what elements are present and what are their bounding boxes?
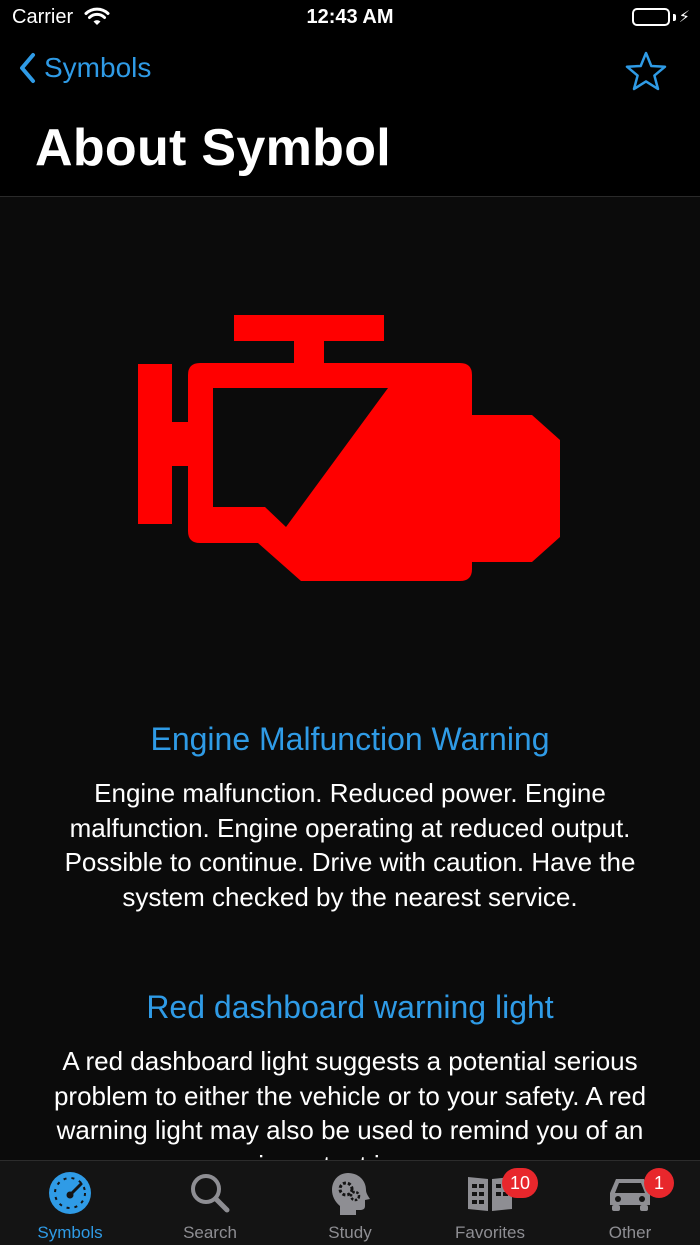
status-bar: Carrier 12:43 AM ⚡ bbox=[0, 0, 700, 36]
tab-favorites[interactable]: 10 Favorites bbox=[420, 1161, 560, 1245]
tab-other[interactable]: 1 Other bbox=[560, 1161, 700, 1245]
page-title: About Symbol bbox=[35, 119, 392, 177]
favorites-badge: 10 bbox=[502, 1168, 538, 1198]
section-body: Engine malfunction. Reduced power. Engin… bbox=[64, 778, 636, 912]
tab-label: Other bbox=[608, 1223, 652, 1242]
search-icon bbox=[191, 1174, 230, 1213]
other-badge: 1 bbox=[644, 1168, 674, 1198]
section-body: A red dashboard light suggests a potenti… bbox=[53, 1046, 647, 1160]
tab-label: Study bbox=[328, 1223, 372, 1242]
status-time: 12:43 AM bbox=[306, 6, 394, 28]
battery-icon: ⚡ bbox=[631, 7, 690, 27]
symbol-detail: Engine Malfunction Warning Engine malfun… bbox=[0, 197, 700, 1160]
chevron-left-icon bbox=[20, 53, 35, 83]
section-heading: Engine Malfunction Warning bbox=[150, 721, 550, 757]
tab-search[interactable]: Search bbox=[140, 1161, 280, 1245]
engine-malfunction-icon bbox=[138, 315, 560, 581]
tab-symbols[interactable]: Symbols bbox=[0, 1161, 140, 1245]
tab-label: Symbols bbox=[37, 1223, 103, 1242]
head-gears-icon bbox=[332, 1173, 370, 1215]
section-heading: Red dashboard warning light bbox=[146, 989, 554, 1025]
tab-label: Search bbox=[183, 1223, 237, 1242]
favorite-star-button[interactable] bbox=[624, 50, 668, 99]
tab-label: Favorites bbox=[455, 1223, 525, 1242]
back-button-label: Symbols bbox=[44, 52, 152, 83]
speedometer-icon bbox=[49, 1172, 91, 1214]
tab-bar: Symbols Search Study 10 Favorites 1 Othe… bbox=[0, 1160, 700, 1245]
navigation-bar: Symbols About Symbol bbox=[0, 36, 700, 197]
star-icon bbox=[625, 51, 667, 91]
back-button[interactable]: Symbols bbox=[18, 52, 151, 84]
tab-study[interactable]: Study bbox=[280, 1161, 420, 1245]
